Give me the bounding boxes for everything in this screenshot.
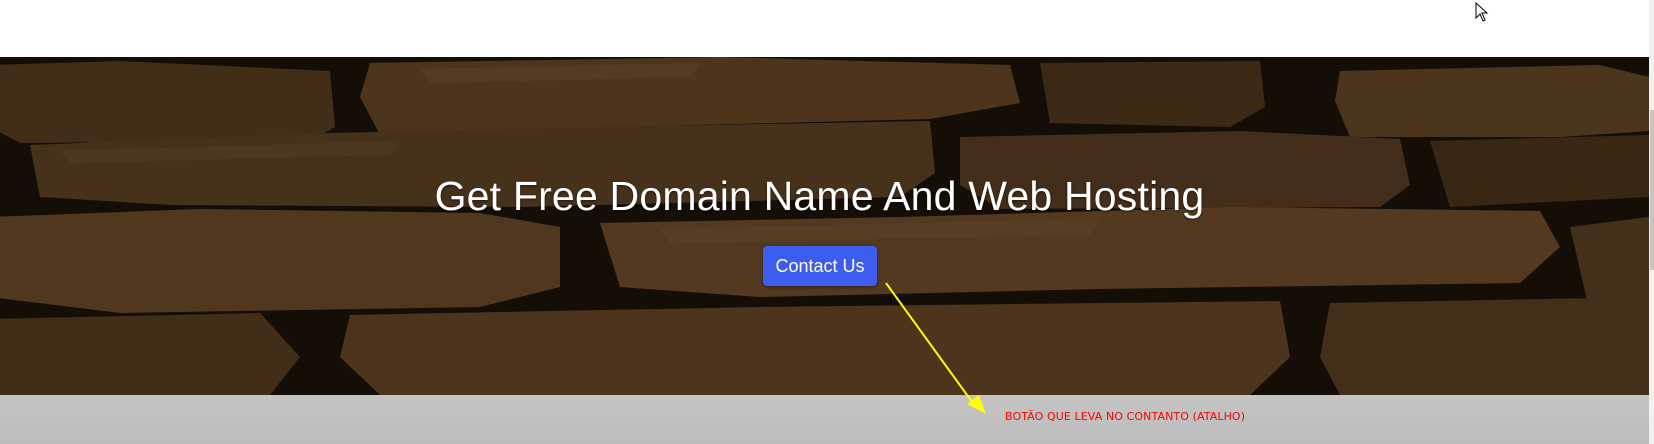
annotation-label: BOTÃO QUE LEVA NO CONTANTO (ATALHO) — [1005, 410, 1246, 423]
top-navbar — [0, 0, 1654, 57]
footer-band — [0, 395, 1649, 444]
mouse-pointer-icon — [1475, 2, 1489, 22]
hero-dark-overlay — [0, 57, 1649, 395]
hero-title: Get Free Domain Name And Web Hosting — [434, 173, 1205, 219]
hero-banner: Get Free Domain Name And Web Hosting Con… — [0, 57, 1649, 395]
scrollbar-thumb[interactable] — [1650, 110, 1654, 270]
page: Get Free Domain Name And Web Hosting Con… — [0, 0, 1654, 444]
contact-us-button[interactable]: Contact Us — [763, 246, 877, 286]
